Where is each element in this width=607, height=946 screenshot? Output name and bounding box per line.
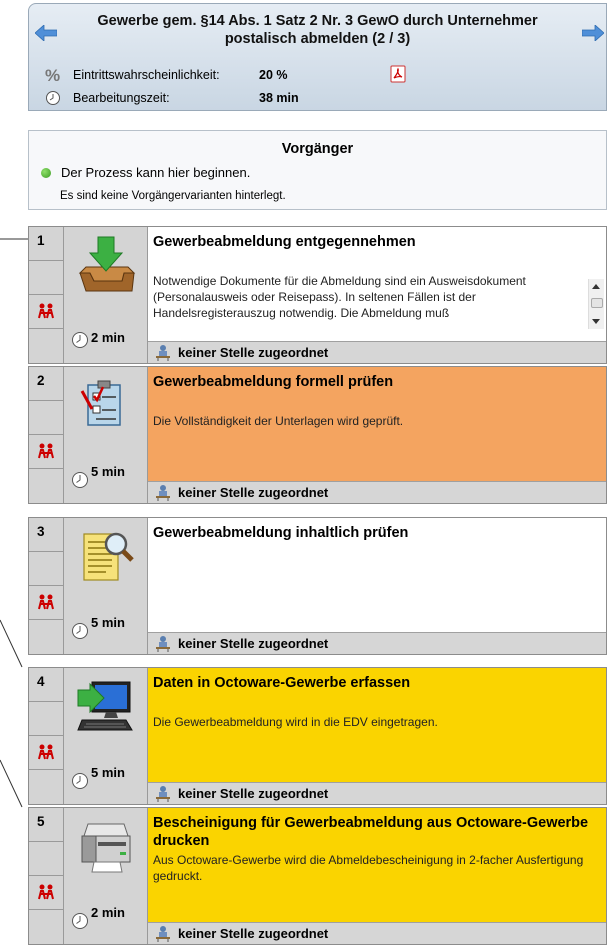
step-content: Gewerbeabmeldung inhaltlich prüfen [148, 518, 606, 632]
step-title: Daten in Octoware-Gewerbe erfassen [153, 675, 411, 691]
step-image-column: 5 min [64, 367, 148, 503]
step-time-value: 2 min [91, 329, 125, 345]
step-number-column: 1 [29, 227, 64, 363]
probability-label: Eintrittswahrscheinlichkeit: [73, 68, 220, 82]
process-step-4[interactable]: 4 5 min Daten in Octoware-Gewerbe erfass… [28, 667, 607, 805]
step-number: 2 [37, 373, 45, 388]
clock-icon [43, 89, 63, 107]
process-header: Gewerbe gem. §14 Abs. 1 Satz 2 Nr. 3 Gew… [28, 3, 607, 111]
process-step-2[interactable]: 2 5 min Gewerbeabmeldung formell prüfen … [28, 366, 607, 504]
step-time: 5 min [71, 614, 125, 640]
step-time-value: 5 min [91, 764, 125, 780]
step-description: Die Vollständigkeit der Unterlagen wird … [153, 414, 404, 428]
next-arrow-icon[interactable] [582, 25, 604, 41]
predecessor-start-text: Der Prozess kann hier beginnen. [61, 165, 251, 180]
step-time-value: 2 min [91, 904, 125, 920]
green-dot-icon [41, 167, 51, 178]
step-responsible-text: keiner Stelle zugeordnet [178, 786, 329, 801]
step-number: 3 [37, 524, 45, 539]
people-network-icon[interactable] [37, 883, 55, 901]
clock-icon [72, 472, 88, 488]
step-responsible[interactable]: keiner Stelle zugeordnet [148, 922, 606, 944]
people-network-icon[interactable] [37, 593, 55, 611]
step-content: Daten in Octoware-Gewerbe erfassen Die G… [148, 668, 606, 782]
scroll-down-icon[interactable] [592, 319, 600, 324]
step-responsible[interactable]: keiner Stelle zugeordnet [148, 632, 606, 654]
predecessor-no-variants: Es sind keine Vorgängervarianten hinterl… [60, 190, 286, 202]
printer-icon [81, 823, 131, 873]
desk-chair-icon [156, 484, 170, 501]
step-responsible[interactable]: keiner Stelle zugeordnet [148, 341, 606, 363]
step-time: 2 min [71, 325, 125, 349]
step-number-column: 4 [29, 668, 64, 804]
step-number: 5 [37, 814, 45, 829]
step-description: Aus Octoware-Gewerbe wird die Abmeldebes… [153, 853, 584, 883]
step-responsible-text: keiner Stelle zugeordnet [178, 926, 329, 941]
clock-icon [72, 623, 88, 639]
desk-chair-icon [156, 925, 170, 942]
step-number-column: 5 [29, 808, 64, 944]
step-image-column: 2 min [64, 808, 148, 944]
step-description: Die Gewerbeabmeldung wird in die EDV ein… [153, 715, 438, 729]
percent-icon: % [43, 66, 63, 84]
step-responsible[interactable]: keiner Stelle zugeordnet [148, 481, 606, 503]
scroll-up-icon[interactable] [592, 284, 600, 289]
step-image-column: 2 min [64, 227, 148, 363]
pdf-icon[interactable] [389, 65, 407, 83]
desk-chair-icon [156, 344, 170, 361]
people-network-icon[interactable] [37, 442, 55, 460]
people-network-icon[interactable] [37, 302, 55, 320]
step-description: Notwendige Dokumente für die Abmeldung s… [153, 274, 526, 320]
document-magnifier-icon [83, 532, 134, 581]
people-network-icon[interactable] [37, 743, 55, 761]
description-scrollbar[interactable] [588, 279, 604, 329]
predecessor-title: Vorgänger [281, 141, 354, 157]
checklist-icon [80, 380, 121, 426]
predecessor-start-row: Der Prozess kann hier beginnen. [41, 165, 250, 180]
step-image-column: 5 min [64, 668, 148, 804]
desk-chair-icon [156, 785, 170, 802]
step-time: 2 min [71, 904, 125, 930]
step-number-column: 2 [29, 367, 64, 503]
processing-time-value: 38 min [259, 91, 299, 105]
clock-icon [72, 332, 88, 348]
process-step-3[interactable]: 3 5 min Gewerbeabmeldung inhaltlich prüf… [28, 517, 607, 655]
step-time-value: 5 min [91, 463, 125, 479]
scroll-thumb[interactable] [591, 298, 603, 308]
process-step-5[interactable]: 5 2 min Bescheinigung für Gewerbeabmeldu… [28, 807, 607, 945]
step-title: Bescheinigung für Gewerbeabmeldung aus O… [153, 815, 589, 849]
step-title: Gewerbeabmeldung entgegennehmen [153, 234, 416, 250]
clock-icon [72, 913, 88, 929]
step-title: Gewerbeabmeldung inhaltlich prüfen [153, 525, 409, 541]
step-responsible-text: keiner Stelle zugeordnet [178, 345, 329, 360]
step-number: 1 [37, 233, 45, 248]
step-time-value: 5 min [91, 614, 125, 630]
predecessor-panel: Vorgänger Der Prozess kann hier beginnen… [28, 130, 607, 210]
process-step-1[interactable]: 1 2 min Gewerbeabmeldung entgegennehmen … [28, 226, 607, 364]
previous-arrow-icon[interactable] [35, 25, 57, 41]
processing-time-row: Bearbeitungszeit: 38 min [43, 88, 299, 108]
computer-input-icon [77, 681, 133, 731]
step-responsible-text: keiner Stelle zugeordnet [178, 485, 329, 500]
step-number: 4 [37, 674, 45, 689]
step-content: Bescheinigung für Gewerbeabmeldung aus O… [148, 808, 606, 922]
processing-time-label: Bearbeitungszeit: [73, 91, 170, 105]
step-content: Gewerbeabmeldung formell prüfen Die Voll… [148, 367, 606, 481]
probability-row: % Eintrittswahrscheinlichkeit: 20 % [43, 65, 288, 85]
step-number-column: 3 [29, 518, 64, 654]
step-image-column: 5 min [64, 518, 148, 654]
step-time: 5 min [71, 764, 125, 790]
inbox-download-icon [78, 236, 136, 292]
svg-text:%: % [45, 66, 60, 84]
flow-connector-lines [0, 238, 28, 808]
probability-value: 20 % [259, 68, 288, 82]
step-content: Gewerbeabmeldung entgegennehmen Notwendi… [148, 227, 606, 341]
process-title: Gewerbe gem. §14 Abs. 1 Satz 2 Nr. 3 Gew… [97, 13, 538, 47]
step-responsible-text: keiner Stelle zugeordnet [178, 636, 329, 651]
step-title: Gewerbeabmeldung formell prüfen [153, 374, 394, 390]
step-responsible[interactable]: keiner Stelle zugeordnet [148, 782, 606, 804]
step-time: 5 min [71, 463, 125, 489]
clock-icon [72, 773, 88, 789]
desk-chair-icon [156, 635, 170, 652]
